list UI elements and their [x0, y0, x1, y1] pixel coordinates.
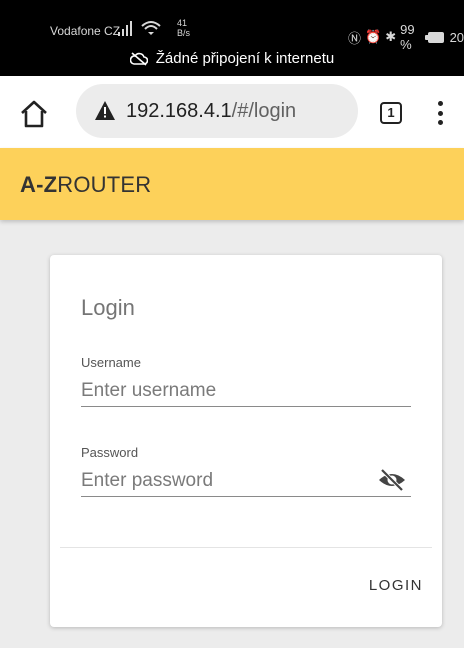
username-label: Username	[81, 355, 141, 370]
status-bar: Vodafone CZ 41 B/s Ⓝ ⏰ ✱ 99 % 20:33 Žádn…	[0, 0, 464, 76]
bluetooth-icon: ✱	[385, 29, 397, 44]
offline-message: Žádné připojení k internetu	[155, 50, 335, 67]
username-input[interactable]	[81, 375, 411, 407]
battery-icon	[425, 31, 444, 43]
alarm-icon: ⏰	[365, 29, 382, 44]
brand-logo: A-ZROUTER	[20, 172, 151, 198]
login-card: Login Username Password LOGIN	[50, 255, 442, 627]
brand-rest: ROUTER	[57, 172, 152, 197]
browser-toolbar: 192.168.4.1/#/login 1	[0, 76, 464, 148]
tab-switcher-button[interactable]: 1	[380, 102, 402, 124]
visibility-off-icon[interactable]	[377, 467, 407, 493]
login-title: Login	[81, 295, 135, 320]
app-bar: A-ZROUTER	[0, 148, 464, 220]
address-bar[interactable]: 192.168.4.1/#/login	[76, 84, 358, 138]
status-indicators: Ⓝ ⏰ ✱ 99 % 20:33	[348, 22, 464, 52]
net-speed: 41 B/s	[177, 18, 190, 38]
signal-wifi-icon	[118, 21, 161, 36]
net-speed-value: 41	[177, 18, 188, 28]
url-path: /#/login	[231, 99, 297, 122]
password-label: Password	[81, 445, 139, 460]
home-icon[interactable]	[16, 96, 52, 132]
battery-percent: 99 %	[400, 22, 415, 52]
password-input[interactable]	[81, 465, 411, 497]
url-text[interactable]: 192.168.4.1/#/login	[126, 100, 296, 123]
warning-icon[interactable]	[94, 100, 116, 122]
login-button[interactable]: LOGIN	[335, 567, 423, 603]
nfc-icon: Ⓝ	[348, 30, 362, 46]
card-divider	[60, 547, 432, 548]
overflow-menu-icon[interactable]	[432, 98, 448, 128]
brand-bold: A-Z	[20, 172, 58, 197]
net-speed-unit: B/s	[177, 28, 191, 38]
cloud-off-icon	[129, 51, 148, 66]
offline-banner: Žádné připojení k internetu	[0, 50, 464, 67]
url-host: 192.168.4.1	[126, 99, 232, 122]
carrier-name: Vodafone CZ	[50, 24, 121, 38]
clock: 20:33	[449, 29, 464, 45]
